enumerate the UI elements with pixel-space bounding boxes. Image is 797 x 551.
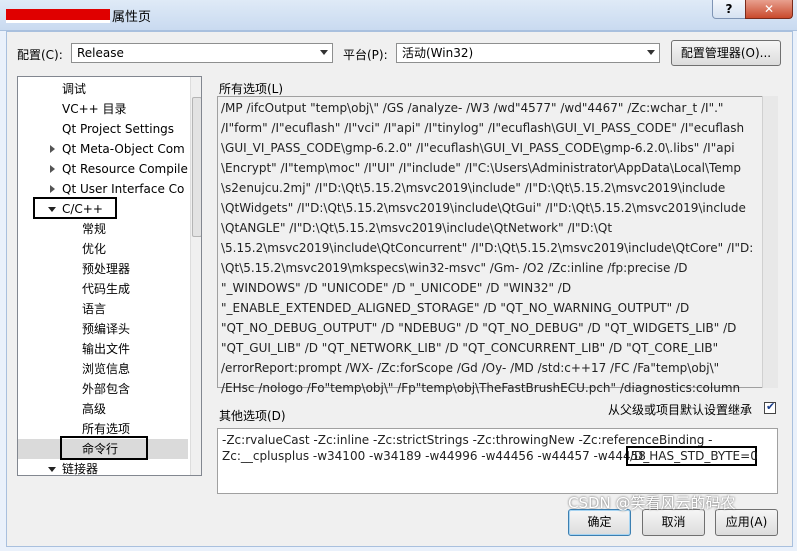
platform-select[interactable]: 活动(Win32): [396, 43, 660, 63]
property-tree[interactable]: 调试 VC++ 目录 Qt Project Settings Qt Meta-Obje…: [17, 76, 202, 476]
all-options-line: "QT_GUI_LIB" /D "QT_NETWORK_LIB" /D "QT_…: [221, 341, 719, 355]
highlight-box-cpp: [33, 197, 117, 219]
other-options-highlight: /D_HAS_STD_BYTE=0: [626, 446, 758, 466]
all-options-line: \Encrypt" /I"temp\moc" /I"UI" /I"include…: [221, 161, 742, 175]
platform-value: 活动(Win32): [402, 46, 474, 60]
tree-item[interactable]: 外部包含: [18, 379, 188, 399]
tree-item[interactable]: 常规: [18, 219, 188, 239]
ok-button[interactable]: 确定: [568, 509, 631, 536]
highlight-box-cmdline: [60, 436, 148, 460]
chevron-down-icon: [320, 50, 328, 55]
other-options-line1: -Zc:rvalueCast -Zc:inline -Zc:strictStri…: [222, 433, 713, 447]
tree-scrollbar[interactable]: [190, 77, 201, 475]
tree-scroll-thumb[interactable]: [192, 97, 201, 237]
all-options-line: /EHsc /nologo /Fo"temp\obj\" /Fp"temp\ob…: [221, 381, 741, 395]
tree-item-label: 优化: [82, 242, 107, 256]
redacted-title-prefix: [6, 9, 110, 23]
chevron-down-icon: [647, 50, 655, 55]
collapsed-arrow-icon[interactable]: [50, 185, 55, 193]
tree-item[interactable]: Qt Meta-Object Com: [18, 139, 188, 159]
tree-item-label: 常规: [82, 222, 107, 236]
window-title: 属性页: [112, 10, 152, 25]
tree-item[interactable]: 预处理器: [18, 259, 188, 279]
all-options-line: \s2enujcu.2mj" /I"D:\Qt\5.15.2\msvc2019\…: [221, 181, 726, 195]
all-options-line: \Qt\5.15.2\msvc2019\mkspecs\win32-msvc" …: [221, 261, 688, 275]
all-options-text: /MP /ifcOutput "temp\obj\" /GS /analyze-…: [221, 98, 761, 398]
all-options-line: \QtANGLE" /I"D:\Qt\5.15.2\msvc2019\inclu…: [221, 221, 613, 235]
tree-item[interactable]: VC++ 目录: [18, 99, 188, 119]
apply-button[interactable]: 应用(A): [715, 509, 778, 536]
other-options-label: 其他选项(D): [219, 409, 286, 423]
close-button[interactable]: ✕: [745, 0, 793, 19]
inherit-checkbox[interactable]: ✔: [764, 400, 776, 414]
title-bar: 属性页 ? ✕: [0, 0, 797, 31]
tree-item[interactable]: Qt User Interface Co: [18, 179, 188, 199]
tree-item-label: 链接器: [62, 462, 99, 476]
tree-item[interactable]: 输出文件: [18, 339, 188, 359]
platform-label: 平台(P):: [343, 48, 388, 62]
tree-item-label: 高级: [82, 402, 107, 416]
all-options-line: "_WINDOWS" /D "UNICODE" /D "_UNICODE" /D…: [221, 281, 572, 295]
tree-item-label: 外部包含: [82, 382, 131, 396]
all-options-line: \QtWidgets" /I"D:\Qt\5.15.2\msvc2019\inc…: [221, 201, 746, 215]
tree-item[interactable]: 高级: [18, 399, 188, 419]
all-options-line: /errorReport:prompt /WX- /Zc:forScope /G…: [221, 361, 720, 375]
tree-item[interactable]: 链接器: [18, 459, 188, 476]
config-value: Release: [77, 46, 124, 60]
all-options-line: \5.15.2\msvc2019\include\QtConcurrent" /…: [221, 241, 754, 255]
tree-item-label: VC++ 目录: [62, 102, 127, 116]
tree-item-label: 输出文件: [82, 342, 131, 356]
collapsed-arrow-icon[interactable]: [50, 145, 55, 153]
all-options-line: /I"form" /I"ecuflash" /I"vci" /I"api" /I…: [221, 121, 745, 135]
tree-item-label: 浏览信息: [82, 362, 131, 376]
all-options-line: \GUI_VI_PASS_CODE\gmp-6.2.0" /I"ecuflash…: [221, 141, 735, 155]
help-button[interactable]: ?: [712, 0, 746, 19]
tree-item[interactable]: Qt Resource Compile: [18, 159, 188, 179]
other-options-line2: Zc:__cplusplus -w34100 -w34189 -w44996 -…: [222, 449, 646, 463]
close-icon: ✕: [763, 2, 775, 16]
watermark-text: CSDN @笑看风云的码农: [568, 494, 736, 512]
config-select[interactable]: Release: [71, 43, 333, 63]
all-options-line: "_ENABLE_EXTENDED_ALIGNED_STORAGE" /D "Q…: [221, 301, 690, 315]
tree-item-label: 语言: [82, 302, 107, 316]
tree-item[interactable]: Qt Project Settings: [18, 119, 188, 139]
all-options-line: /MP /ifcOutput "temp\obj\" /GS /analyze-…: [221, 101, 724, 115]
checkmark-icon: ✔: [766, 400, 776, 413]
tree-item-label: Qt User Interface Co: [62, 182, 185, 196]
tree-item[interactable]: 语言: [18, 299, 188, 319]
tree-item-label: 预处理器: [82, 262, 131, 276]
cancel-button[interactable]: 取消: [642, 509, 705, 536]
config-manager-button[interactable]: 配置管理器(O)...: [671, 40, 781, 66]
all-options-line: "QT_NO_DEBUG_OUTPUT" /D "NDEBUG" /D "QT_…: [221, 321, 737, 335]
tree-item-label: 调试: [62, 82, 87, 96]
tree-item[interactable]: 调试: [18, 79, 188, 99]
tree-item-label: Qt Meta-Object Com: [62, 142, 185, 156]
tree-item-label: Qt Resource Compile: [62, 162, 188, 176]
other-options-input[interactable]: -Zc:rvalueCast -Zc:inline -Zc:strictStri…: [217, 428, 778, 494]
tree-item-label: 预编译头: [82, 322, 131, 336]
config-label: 配置(C):: [17, 48, 63, 62]
tree-item[interactable]: 预编译头: [18, 319, 188, 339]
help-icon: ?: [725, 2, 733, 16]
all-options-label: 所有选项(L): [219, 82, 284, 96]
tree-item-label: Qt Project Settings: [62, 122, 175, 136]
tree-item-label: 代码生成: [82, 282, 131, 296]
all-options-scrollbar[interactable]: [762, 96, 778, 388]
tree-item[interactable]: 优化: [18, 239, 188, 259]
expanded-arrow-icon[interactable]: [48, 467, 56, 472]
dialog-body: 配置(C): Release 平台(P): 活动(Win32) 配置管理器(O)…: [6, 31, 793, 547]
inherit-label: 从父级或项目默认设置继承: [608, 403, 753, 417]
collapsed-arrow-icon[interactable]: [50, 165, 55, 173]
tree-item[interactable]: 浏览信息: [18, 359, 188, 379]
tree-item[interactable]: 代码生成: [18, 279, 188, 299]
